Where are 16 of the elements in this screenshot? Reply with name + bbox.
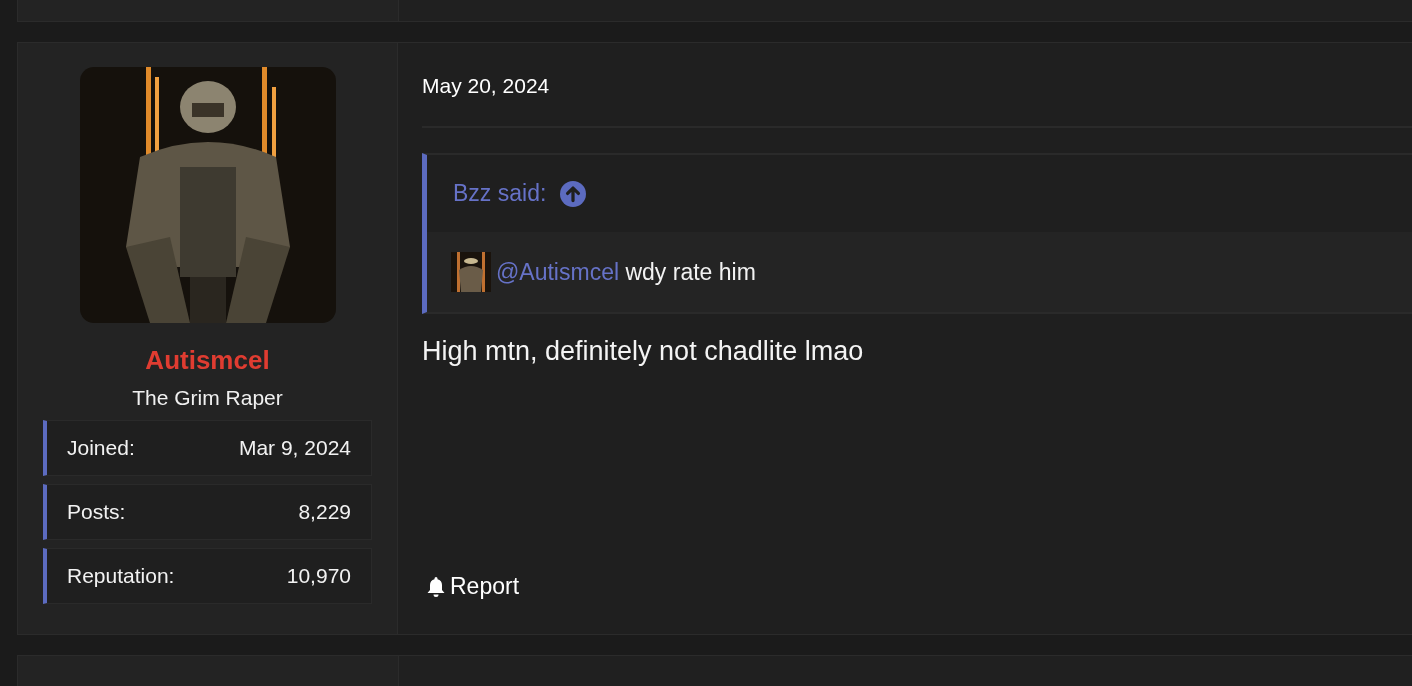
stat-value: Mar 9, 2024 [238, 436, 351, 460]
stat-label: Joined: [67, 436, 135, 460]
quote-text: @Autismcel wdy rate him [496, 258, 756, 286]
stat-label: Posts: [67, 500, 126, 524]
bell-icon [426, 575, 446, 598]
stat-value: 8,229 [298, 500, 351, 524]
user-title: The Grim Raper [132, 386, 283, 410]
mention-link[interactable]: @Autismcel [496, 258, 620, 285]
arrow-up-icon[interactable] [560, 180, 587, 207]
stat-value: 10,970 [286, 564, 351, 588]
post-date[interactable]: May 20, 2024 [422, 74, 550, 98]
stat-label: Reputation: [67, 564, 175, 588]
post-message: High mtn, definitely not chadlite lmao [422, 336, 865, 367]
report-button[interactable]: Report [422, 573, 520, 600]
username[interactable]: Autismcel [145, 345, 270, 376]
quote-author[interactable]: Bzz said: [453, 180, 547, 207]
